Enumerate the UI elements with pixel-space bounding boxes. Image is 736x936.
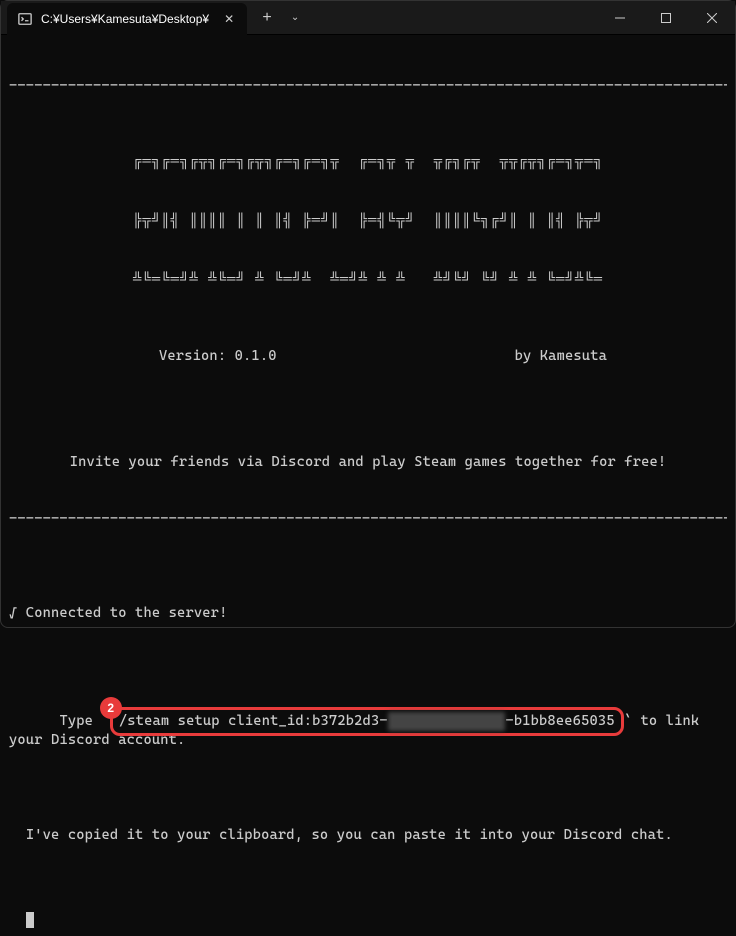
terminal-tab[interactable]: C:¥Users¥Kamesuta¥Desktop¥ ✕ (7, 3, 247, 35)
connection-status: √ Connected to the server! (9, 604, 727, 623)
divider-top: ----------------------------------------… (9, 77, 727, 96)
redacted-segment: xxxx-xxxx-xxxx (388, 712, 506, 731)
close-button[interactable] (689, 1, 735, 35)
cmd-prefix (43, 713, 60, 729)
terminal-icon (17, 11, 33, 27)
clipboard-notice: I've copied it to your clipboard, so you… (9, 826, 727, 845)
command-highlight-box: 2/steam setup client_id:b372b2d3-xxxx-xx… (110, 707, 624, 736)
ascii-title-line3: ╩╚═╚═╝╩ ╩╚═╝ ╩ ╚═╝╩ ╩═╝╩ ╩ ╩ ╩╝╚╝ ╚╝ ╩ ╩… (9, 272, 727, 289)
ascii-title-line1: ╔═╗╔═╗╔╦╗╔═╗╔╦╗╔═╗╔═╗╦ ╔═╗╦ ╦ ╦╔╗╔╦ ╦╦╔╦… (9, 154, 727, 171)
clipboard-notice-text: I've copied it to your clipboard, so you… (26, 827, 673, 843)
command-instruction: Type `2/steam setup client_id:b372b2d3-x… (9, 693, 727, 769)
tab-dropdown-icon[interactable]: ⌄ (283, 2, 307, 34)
annotation-badge: 2 (100, 697, 122, 719)
meta-row: Version: 0.1.0 by Kamesuta (9, 347, 727, 366)
window-titlebar: C:¥Users¥Kamesuta¥Desktop¥ ✕ + ⌄ (1, 1, 735, 35)
tagline-text: Invite your friends via Discord and play… (9, 453, 727, 472)
close-tab-icon[interactable]: ✕ (221, 11, 237, 27)
window-controls (597, 1, 735, 35)
terminal-content: ----------------------------------------… (1, 35, 735, 936)
new-tab-button[interactable]: + (251, 2, 283, 34)
tab-title: C:¥Users¥Kamesuta¥Desktop¥ (41, 12, 209, 26)
minimize-button[interactable] (597, 1, 643, 35)
version-text: Version: 0.1.0 (159, 347, 277, 366)
maximize-button[interactable] (643, 1, 689, 35)
divider-bottom: ----------------------------------------… (9, 510, 727, 529)
command-text-pre: /steam setup client_id:b372b2d3- (119, 713, 388, 729)
ascii-title-line2: ╠╦╝║╣ ║║║║ ║ ║ ║╣ ╠═╝║ ╠═╣╚╦╝ ║║║║╚╗╔╝║ … (9, 213, 727, 230)
cursor (26, 912, 34, 928)
command-text-post: -b1bb8ee65035 (505, 713, 614, 729)
author-text: by Kamesuta (515, 347, 607, 366)
